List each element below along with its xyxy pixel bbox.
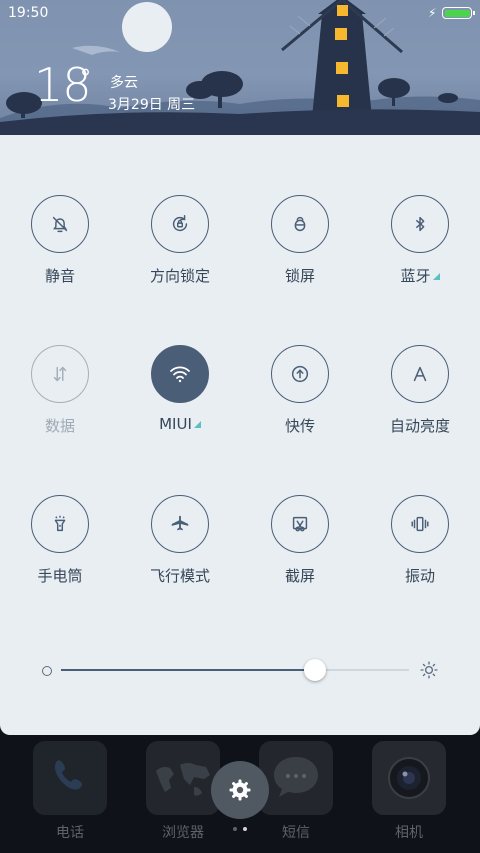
- notification-header: 19:50 ⚡ 18 ° 多云 3月29日 周三: [0, 0, 480, 135]
- toggle-label: 方向锁定: [149, 267, 210, 285]
- data-arrows-icon: [31, 345, 89, 403]
- date: 3月29日 周三: [108, 97, 196, 113]
- lock-icon: [271, 195, 329, 253]
- expand-corner-icon: [193, 421, 201, 428]
- toggle-mobile-data[interactable]: 数据: [0, 345, 120, 455]
- phone-icon: [33, 741, 107, 815]
- toggle-label: 数据: [44, 417, 75, 435]
- bell-off-icon: [31, 195, 89, 253]
- dock-app-browser[interactable]: [146, 741, 220, 815]
- brightness-high-icon: [420, 661, 438, 683]
- gear-icon: [229, 779, 251, 801]
- toggle-quick-share[interactable]: 快传: [240, 345, 360, 455]
- toggle-lock-screen[interactable]: 锁屏: [240, 195, 360, 305]
- toggle-label: 静音: [44, 267, 75, 285]
- battery-icon: [442, 7, 475, 19]
- toggle-mute[interactable]: 静音: [0, 195, 120, 305]
- rotation-lock-icon: [151, 195, 209, 253]
- toggle-auto-brightness[interactable]: 自动亮度: [360, 345, 480, 455]
- dock-label-phone: 电话: [56, 825, 84, 841]
- flashlight-icon: [31, 495, 89, 553]
- dock-label-camera: 相机: [395, 825, 423, 841]
- brightness-slider-fill: [61, 669, 316, 671]
- toggle-flashlight[interactable]: 手电筒: [0, 495, 120, 605]
- temperature-unit: °: [80, 66, 91, 91]
- page-indicator-dot: [233, 827, 237, 831]
- page-indicator-dot-active: [243, 827, 247, 831]
- toggle-wifi[interactable]: MIUI: [120, 345, 240, 455]
- airplane-icon: [151, 495, 209, 553]
- toggle-label: MIUI: [120, 415, 240, 433]
- toggle-label: 振动: [404, 567, 435, 585]
- toggle-label: 截屏: [284, 567, 315, 585]
- wifi-icon: [151, 345, 209, 403]
- camera-lens-icon: [372, 741, 446, 815]
- weather-condition: 多云: [110, 75, 138, 91]
- bluetooth-icon: [391, 195, 449, 253]
- dock-label-messages: 短信: [282, 825, 310, 841]
- moon-icon: [122, 2, 172, 52]
- toggle-label: 自动亮度: [389, 417, 450, 435]
- brightness-low-icon: [42, 666, 52, 676]
- toggle-label: 飞行模式: [149, 567, 210, 585]
- toggle-screenshot[interactable]: 截屏: [240, 495, 360, 605]
- message-bubble-icon: [259, 741, 333, 815]
- vibrate-icon: [391, 495, 449, 553]
- toggle-label: 蓝牙: [360, 265, 480, 286]
- toggle-vibrate[interactable]: 振动: [360, 495, 480, 605]
- toggle-label: 手电筒: [37, 567, 83, 585]
- dock-label-browser: 浏览器: [162, 825, 204, 841]
- settings-button[interactable]: [211, 761, 269, 819]
- dock-app-phone[interactable]: [33, 741, 107, 815]
- toggle-airplane-mode[interactable]: 飞行模式: [120, 495, 240, 605]
- dock-app-messages[interactable]: [259, 741, 333, 815]
- toggle-label: 快传: [284, 417, 315, 435]
- share-upload-icon: [271, 345, 329, 403]
- quick-settings-panel: 静音 方向锁定 锁屏 蓝牙 数据 MIUI 快传 自动亮度 手电筒 飞行模式 截…: [0, 135, 480, 735]
- status-time: 19:50: [8, 5, 49, 21]
- toggle-bluetooth[interactable]: 蓝牙: [360, 195, 480, 305]
- auto-brightness-icon: [391, 345, 449, 403]
- expand-corner-icon: [432, 273, 440, 280]
- globe-map-icon: [146, 741, 220, 815]
- screenshot-icon: [271, 495, 329, 553]
- toggle-rotation-lock[interactable]: 方向锁定: [120, 195, 240, 305]
- brightness-slider[interactable]: [61, 669, 409, 671]
- dock-app-camera[interactable]: [372, 741, 446, 815]
- toggle-label: 锁屏: [284, 267, 315, 285]
- charging-icon: ⚡: [428, 6, 437, 20]
- brightness-slider-thumb[interactable]: [304, 659, 327, 681]
